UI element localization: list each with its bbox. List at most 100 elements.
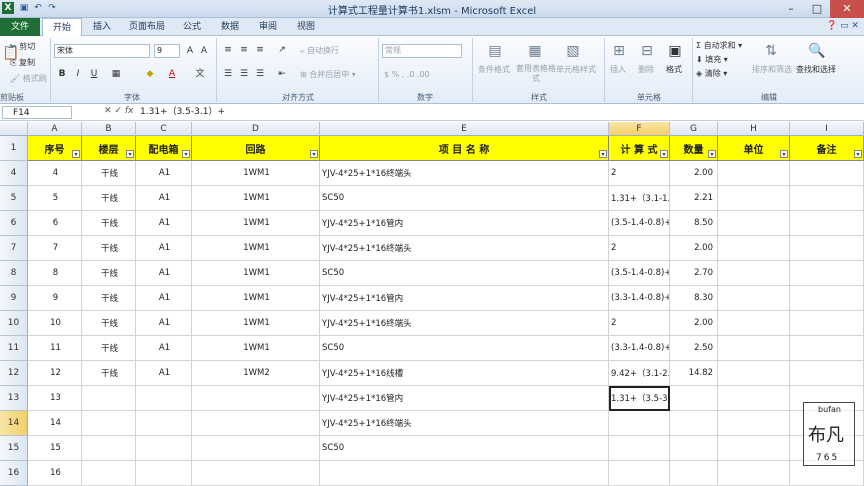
filter-dropdown-icon[interactable]: ▾ xyxy=(310,150,318,158)
cell[interactable] xyxy=(718,261,790,286)
number-format-icons[interactable]: $ % , .0 .00 xyxy=(384,70,430,79)
cell-qty[interactable] xyxy=(670,386,718,411)
cell-item[interactable]: SC50 xyxy=(320,261,609,286)
cell-box[interactable]: A1 xyxy=(136,261,192,286)
cell-loop[interactable]: 1WM1 xyxy=(192,286,320,311)
tab-home[interactable]: 开始 xyxy=(42,18,82,36)
font-size-combo[interactable]: 9 xyxy=(154,44,180,58)
cell-floor[interactable]: 干线 xyxy=(82,286,136,311)
cell-n[interactable]: 9 xyxy=(28,286,82,311)
cell-item[interactable]: YJV-4*25+1*16终端头 xyxy=(320,161,609,186)
cell-qty[interactable]: 2.70 xyxy=(670,261,718,286)
cell[interactable] xyxy=(790,211,864,236)
cell-formula[interactable]: 2 xyxy=(609,236,670,261)
row-header-5[interactable]: 5 xyxy=(0,186,28,211)
cell-item[interactable]: YJV-4*25+1*16终端头 xyxy=(320,411,609,436)
tab-review[interactable]: 审阅 xyxy=(250,18,286,36)
cell[interactable] xyxy=(790,161,864,186)
cell-floor[interactable] xyxy=(82,386,136,411)
wrap-text-button[interactable]: ⤶ 自动换行 xyxy=(300,45,339,56)
row-header-11[interactable]: 11 xyxy=(0,336,28,361)
bold-icon[interactable]: B xyxy=(56,68,68,80)
cell-qty[interactable] xyxy=(670,411,718,436)
cell-n[interactable]: 10 xyxy=(28,311,82,336)
cell-box[interactable]: A1 xyxy=(136,186,192,211)
cell-item[interactable] xyxy=(320,461,609,486)
cell-n[interactable]: 14 xyxy=(28,411,82,436)
cell-formula[interactable]: 2 xyxy=(609,311,670,336)
format-painter-button[interactable]: 🖌 格式刷 xyxy=(10,73,47,84)
phonetic-icon[interactable]: 文 xyxy=(194,68,206,80)
cell-qty[interactable]: 2.00 xyxy=(670,311,718,336)
cell[interactable] xyxy=(718,211,790,236)
cut-button[interactable]: ✂ 剪切 xyxy=(10,41,35,52)
cell-loop[interactable]: 1WM1 xyxy=(192,186,320,211)
cell-loop[interactable]: 1WM2 xyxy=(192,361,320,386)
cell-item[interactable]: YJV-4*25+1*16终端头 xyxy=(320,311,609,336)
cell-n[interactable]: 8 xyxy=(28,261,82,286)
column-header-D[interactable]: D xyxy=(192,122,320,136)
conditional-format-label[interactable]: 条件格式 xyxy=(478,64,510,75)
align-center-icon[interactable]: ☰ xyxy=(238,68,250,80)
row-header-13[interactable]: 13 xyxy=(0,386,28,411)
cell-item[interactable]: SC50 xyxy=(320,436,609,461)
cell[interactable] xyxy=(718,386,790,411)
cell-loop[interactable]: 1WM1 xyxy=(192,161,320,186)
cell-formula[interactable]: 9.42+（3.1-2.2）+（0.8+2.2）+1.5 xyxy=(609,361,670,386)
filter-dropdown-icon[interactable]: ▾ xyxy=(72,150,80,158)
number-format-combo[interactable]: 常规 xyxy=(382,44,462,58)
font-color-icon[interactable]: A xyxy=(166,68,178,80)
cell-floor[interactable]: 干线 xyxy=(82,361,136,386)
filter-dropdown-icon[interactable]: ▾ xyxy=(780,150,788,158)
sort-filter-label[interactable]: 排序和筛选 xyxy=(752,64,792,75)
cell[interactable] xyxy=(718,461,790,486)
delete-cells-label[interactable]: 删除 xyxy=(638,64,654,75)
tab-formulas[interactable]: 公式 xyxy=(174,18,210,36)
cell-qty[interactable]: 8.50 xyxy=(670,211,718,236)
cell[interactable] xyxy=(718,436,790,461)
column-header-C[interactable]: C xyxy=(136,122,192,136)
cell-loop[interactable] xyxy=(192,411,320,436)
copy-button[interactable]: ⎘ 复制 xyxy=(10,57,35,68)
cell-n[interactable]: 15 xyxy=(28,436,82,461)
cell-formula[interactable] xyxy=(609,461,670,486)
cell-floor[interactable] xyxy=(82,461,136,486)
select-all-corner[interactable] xyxy=(0,122,28,136)
insert-cells-icon[interactable]: ⊞ xyxy=(608,40,630,62)
autosum-button[interactable]: Σ 自动求和 ▾ xyxy=(696,40,742,51)
cell-qty[interactable] xyxy=(670,461,718,486)
cell-item[interactable]: YJV-4*25+1*16管内 xyxy=(320,386,609,411)
cell-styles-icon[interactable]: ▧ xyxy=(562,40,584,62)
cell-box[interactable]: A1 xyxy=(136,211,192,236)
active-cell[interactable]: 1.31+（3.5-3.1）+ xyxy=(609,386,670,411)
italic-icon[interactable]: I xyxy=(72,68,84,80)
cell-box[interactable]: A1 xyxy=(136,286,192,311)
find-select-label[interactable]: 查找和选择 xyxy=(796,64,836,75)
cell-qty[interactable]: 2.00 xyxy=(670,161,718,186)
column-header-E[interactable]: E xyxy=(320,122,609,136)
cell-box[interactable] xyxy=(136,436,192,461)
align-middle-icon[interactable]: ≡ xyxy=(238,44,250,56)
border-icon[interactable]: ▦ xyxy=(110,68,122,80)
orientation-icon[interactable]: ↗ xyxy=(276,44,288,56)
cell-formula[interactable] xyxy=(609,436,670,461)
column-header-A[interactable]: A xyxy=(28,122,82,136)
row-header-16[interactable]: 16 xyxy=(0,461,28,486)
cell-box[interactable]: A1 xyxy=(136,311,192,336)
filter-dropdown-icon[interactable]: ▾ xyxy=(854,150,862,158)
row-header-1[interactable]: 1 xyxy=(0,136,28,161)
filter-dropdown-icon[interactable]: ▾ xyxy=(182,150,190,158)
file-tab[interactable]: 文件 xyxy=(0,18,40,36)
cell-loop[interactable] xyxy=(192,436,320,461)
align-left-icon[interactable]: ☰ xyxy=(222,68,234,80)
cell-formula[interactable]: 1.31+（3.1-1.4-0.8） xyxy=(609,186,670,211)
cell-styles-label[interactable]: 单元格样式 xyxy=(556,64,596,75)
row-header-14[interactable]: 14 xyxy=(0,411,28,436)
cell-formula[interactable]: (3.5-1.4-0.8)+1.4+((0.6+0.8)+1.5)*2 xyxy=(609,211,670,236)
cell-floor[interactable]: 干线 xyxy=(82,261,136,286)
row-header-15[interactable]: 15 xyxy=(0,436,28,461)
cell-box[interactable] xyxy=(136,461,192,486)
cell-n[interactable]: 6 xyxy=(28,211,82,236)
delete-cells-icon[interactable]: ⊟ xyxy=(636,40,658,62)
filter-dropdown-icon[interactable]: ▾ xyxy=(126,150,134,158)
